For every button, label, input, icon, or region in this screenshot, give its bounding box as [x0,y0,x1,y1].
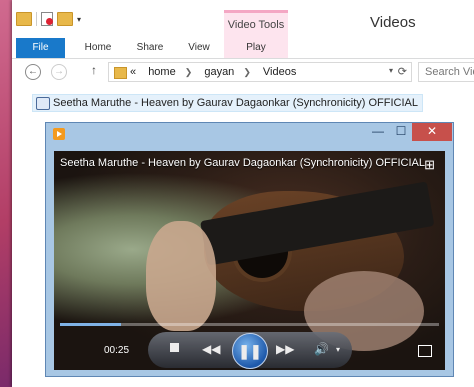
ribbon-tabs: File Home Share View Play [12,38,474,59]
maximize-icon[interactable]: ☐ [390,123,412,141]
fullscreen-icon[interactable] [418,345,432,357]
video-frame-hand [146,221,216,331]
chevron-down-icon[interactable]: ▾ [389,66,393,75]
quick-access-toolbar: ▾ [16,12,81,26]
properties-icon[interactable] [41,12,53,26]
tab-share[interactable]: Share [128,38,172,58]
customize-toolbar-icon[interactable]: ▾ [77,15,81,24]
breadcrumb-gayan[interactable]: gayan [204,66,234,78]
chevron-right-icon[interactable]: ❯ [243,67,251,77]
tab-file[interactable]: File [16,38,65,58]
chevron-right-icon[interactable]: ❯ [185,67,193,77]
title-bar: ▾ Video Tools Videos [12,0,474,38]
video-file-icon [36,97,50,110]
file-name: Seetha Maruthe - Heaven by Gaurav Dagaon… [53,97,418,109]
breadcrumb-overflow[interactable]: « [130,66,136,78]
new-folder-icon[interactable] [57,12,73,26]
elapsed-time: 00:25 [104,345,130,356]
back-arrow-icon[interactable]: ← [25,64,41,80]
switch-to-library-icon[interactable]: ⊞ [424,157,435,173]
pause-icon[interactable]: ❚❚ [232,333,268,369]
tab-home[interactable]: Home [75,38,121,58]
video-area[interactable]: Seetha Maruthe - Heaven by Gaurav Dagaon… [54,151,445,370]
video-title: Seetha Maruthe - Heaven by Gaurav Dagaon… [60,157,425,169]
tab-play[interactable]: Play [224,38,288,58]
media-player-window: — ☐ ✕ Seetha Maruthe - Heaven by Gaurav … [45,122,454,377]
refresh-icon[interactable]: ⟳ [398,65,407,78]
close-icon[interactable]: ✕ [412,123,452,141]
search-input[interactable]: Search Videos [418,62,474,82]
address-bar[interactable]: « home ❯ gayan ❯ Videos ▾ ⟳ [108,62,412,82]
playback-controls: ◀◀ ❚❚ ▶▶ 🔊 ▾ [148,332,352,369]
window-title: Videos [370,14,416,31]
folder-icon [114,67,127,79]
video-tools-group-label: Video Tools [224,10,288,38]
navigation-bar: ← → ↑ « home ❯ gayan ❯ Videos ▾ ⟳ Search V… [12,58,474,86]
video-file-item[interactable]: Seetha Maruthe - Heaven by Gaurav Dagaon… [32,94,423,112]
seek-progress [60,323,121,326]
tab-view[interactable]: View [177,38,221,58]
next-icon[interactable]: ▶▶ [276,342,294,356]
volume-dropdown-icon[interactable]: ▾ [336,345,340,354]
volume-icon[interactable]: 🔊 [314,342,329,356]
folder-icon[interactable] [16,12,32,26]
up-arrow-icon[interactable]: ↑ [91,63,97,77]
media-player-icon [53,128,65,140]
toolbar-divider [36,12,37,26]
previous-icon[interactable]: ◀◀ [202,342,220,356]
breadcrumb: « home ❯ gayan ❯ Videos [130,63,305,81]
breadcrumb-home[interactable]: home [148,66,176,78]
breadcrumb-videos[interactable]: Videos [263,66,296,78]
forward-arrow-icon[interactable]: → [51,64,67,80]
seek-bar[interactable] [60,323,439,326]
minimize-icon[interactable]: — [366,123,390,141]
stop-icon[interactable] [170,343,179,352]
